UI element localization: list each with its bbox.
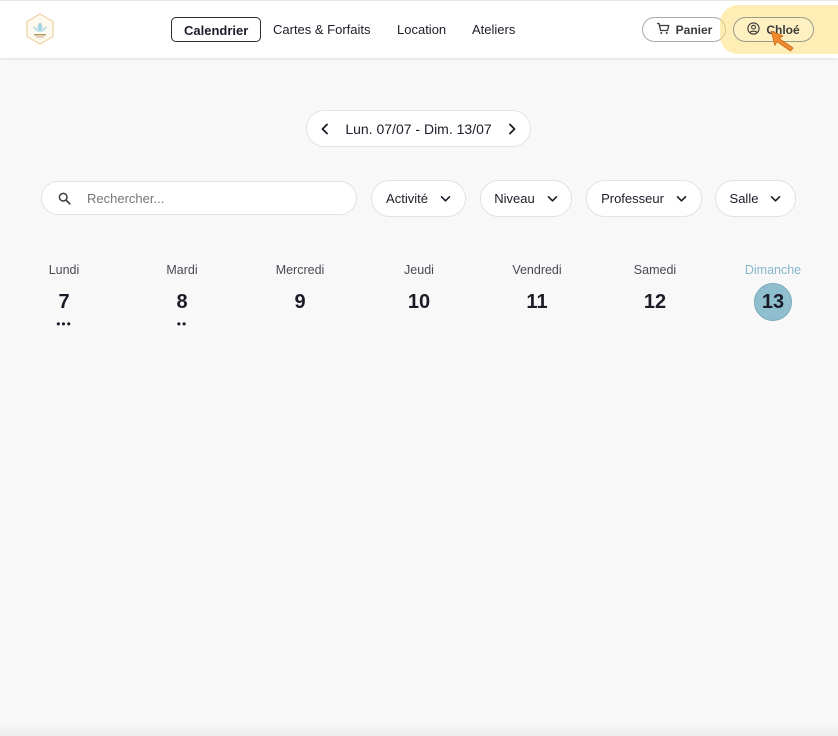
event-dots — [728, 321, 818, 329]
day-number: 12 — [643, 291, 667, 313]
day-name: Vendredi — [512, 263, 562, 277]
search-input[interactable] — [85, 189, 329, 207]
nav-calendrier[interactable]: Calendrier — [171, 17, 262, 42]
event-dots — [610, 321, 700, 329]
search-bar — [41, 181, 357, 215]
event-dots: ••• — [56, 317, 72, 331]
day-number: 9 — [294, 291, 306, 313]
day-column-mardi[interactable]: Mardi 8 •• — [137, 262, 227, 331]
cart-label: Panier — [675, 22, 713, 37]
filter-professeur-label: Professeur — [601, 191, 664, 206]
filter-salle-label: Salle — [729, 191, 759, 206]
day-number: 11 — [526, 291, 548, 313]
day-name: Samedi — [633, 263, 677, 277]
filter-activite[interactable]: Activité — [371, 180, 466, 217]
nav-ateliers[interactable]: Ateliers — [460, 17, 527, 42]
cart-button[interactable]: Panier — [642, 17, 726, 42]
filter-niveau-label: Niveau — [494, 191, 535, 206]
week-navigator: Lun. 07/07 - Dim. 13/07 — [306, 110, 531, 147]
day-name: Mardi — [166, 263, 198, 277]
filter-professeur[interactable]: Professeur — [586, 180, 702, 217]
day-column-mercredi[interactable]: Mercredi 9 — [255, 262, 345, 329]
nav-cartes-forfaits[interactable]: Cartes & Forfaits — [261, 17, 383, 42]
day-number: 8 — [176, 291, 188, 313]
event-dots: •• — [176, 317, 188, 331]
day-name: Dimanche — [744, 263, 802, 277]
day-number: 10 — [407, 291, 431, 313]
chevron-down-icon — [771, 195, 781, 202]
day-column-vendredi[interactable]: Vendredi 11 — [492, 262, 582, 329]
day-column-lundi[interactable]: Lundi 7 ••• — [19, 262, 109, 331]
user-circle-icon — [747, 21, 760, 38]
event-dots — [255, 321, 345, 329]
bottom-shadow — [0, 722, 838, 736]
chevron-down-icon — [676, 195, 687, 202]
nav-location[interactable]: Location — [385, 17, 458, 42]
day-column-dimanche[interactable]: Dimanche 13 — [728, 262, 818, 329]
day-name: Lundi — [48, 263, 80, 277]
event-dots — [374, 321, 464, 329]
day-number-today: 13 — [754, 283, 792, 321]
day-column-jeudi[interactable]: Jeudi 10 — [374, 262, 464, 329]
day-name: Mercredi — [275, 263, 325, 277]
top-header: Calendrier Cartes & Forfaits Location At… — [0, 0, 838, 58]
chevron-down-icon — [547, 195, 558, 202]
filter-niveau[interactable]: Niveau — [480, 180, 572, 217]
chevron-right-icon[interactable] — [502, 119, 522, 139]
lotus-logo-icon[interactable] — [24, 13, 56, 45]
event-dots — [492, 321, 582, 329]
cursor-arrow-icon — [769, 29, 799, 53]
chevron-down-icon — [440, 195, 451, 202]
day-name: Jeudi — [404, 263, 434, 277]
cart-icon — [656, 22, 670, 38]
filter-activite-label: Activité — [386, 191, 428, 206]
filter-salle[interactable]: Salle — [715, 180, 796, 217]
week-range-label: Lun. 07/07 - Dim. 13/07 — [345, 120, 492, 137]
search-icon — [58, 192, 71, 205]
day-number: 7 — [58, 291, 70, 313]
day-column-samedi[interactable]: Samedi 12 — [610, 262, 700, 329]
chevron-left-icon[interactable] — [315, 119, 335, 139]
